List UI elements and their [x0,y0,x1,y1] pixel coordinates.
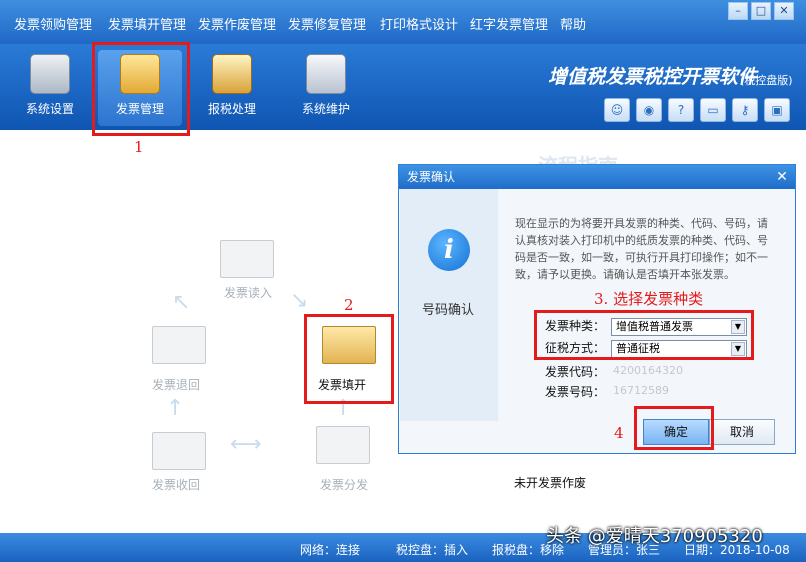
menu-print-format[interactable]: 打印格式设计 [380,14,458,33]
arrow-icon: ↑ [166,396,185,421]
annotation-box-4 [634,406,714,450]
menu-red-invoice[interactable]: 红字发票管理 [470,14,548,33]
annotation-step-2: 2 [344,296,354,314]
user-icon[interactable]: ☺ [604,98,630,122]
lock-icon[interactable]: ▣ [764,98,790,122]
annotation-box-1 [92,42,190,136]
invoice-number-value: 16712589 [613,384,669,397]
flow-invoice-recycle: 发票收回 [152,478,201,492]
dialog-close-icon[interactable]: ✕ [773,168,791,186]
menu-invoice-issue[interactable]: 发票填开管理 [108,14,186,33]
tool-label: 系统维护 [301,102,350,116]
dialog-title-bar: 发票确认 ✕ [399,165,795,189]
invoice-code-value: 4200164320 [613,364,683,377]
tool-label: 报税处理 [207,102,256,116]
menu-invoice-repair[interactable]: 发票修复管理 [288,14,366,33]
tools-icon [306,54,346,94]
tool-tax-processing[interactable]: 报税处理 [190,50,274,126]
invoice-number-label: 发票号码： [545,385,606,399]
info-icon: i [428,229,470,271]
minimize-button[interactable]: – [728,2,748,20]
settings-icon [30,54,70,94]
invoice-distribute-icon[interactable] [316,426,370,464]
cancel-button[interactable]: 取消 [709,419,775,445]
help-icon[interactable]: ? [668,98,694,122]
annotation-box-2 [304,314,394,404]
dialog-side-panel: i 号码确认 [400,189,498,421]
menu-invoice-purchase[interactable]: 发票领购管理 [14,14,92,33]
annotation-box-3 [534,310,754,360]
arrow-icon: ⟷ [230,432,262,457]
arrow-icon: ↘ [290,288,309,313]
tool-system-settings[interactable]: 系统设置 [8,50,92,126]
annotation-step-3: 3. 选择发票种类 [594,290,704,308]
brand-subtitle: (税控盘版) [740,74,793,87]
menu-invoice-void[interactable]: 发票作废管理 [198,14,276,33]
tool-system-maintenance[interactable]: 系统维护 [284,50,368,126]
annotation-step-1: 1 [134,138,144,156]
menu-help[interactable]: 帮助 [560,14,586,33]
watermark: 头条 @爱晴天370905320 [546,526,763,547]
maximize-button[interactable]: □ [751,2,771,20]
menu-bar: 发票领购管理 发票填开管理 发票作废管理 发票修复管理 打印格式设计 红字发票管… [0,0,806,44]
window-icon[interactable]: ▭ [700,98,726,122]
close-window-button[interactable]: ✕ [774,2,794,20]
tool-label: 系统设置 [25,102,74,116]
tax-icon [212,54,252,94]
flow-invoice-return: 发票退回 [152,378,201,392]
invoice-return-icon[interactable] [152,326,206,364]
dialog-side-label: 号码确认 [422,303,475,318]
invoice-recycle-icon[interactable] [152,432,206,470]
flow-invoice-read: 发票读入 [224,286,273,300]
dialog-title: 发票确认 [407,170,456,184]
status-tax-disk: 税控盘：插入 [396,543,469,557]
flow-invoice-distribute: 发票分发 [320,478,369,492]
status-network: 网络：连接 [300,543,361,557]
key-icon[interactable]: ⚷ [732,98,758,122]
flow-unissued-void: 未开发票作废 [514,476,587,490]
dialog-description: 现在显示的为将要开具发票的种类、代码、号码，请认真核对装入打印机中的纸质发票的种… [515,217,768,281]
annotation-step-4: 4 [614,424,624,442]
brand-title: 增值税发票税控开票软件 [548,66,758,88]
arrow-icon: ↖ [172,290,191,315]
invoice-confirm-dialog: 发票确认 ✕ i 号码确认 现在显示的为将要开具发票的种类、代码、号码，请认真核… [398,164,796,454]
globe-icon[interactable]: ◉ [636,98,662,122]
invoice-code-label: 发票代码： [545,365,606,379]
invoice-read-icon[interactable] [220,240,274,278]
